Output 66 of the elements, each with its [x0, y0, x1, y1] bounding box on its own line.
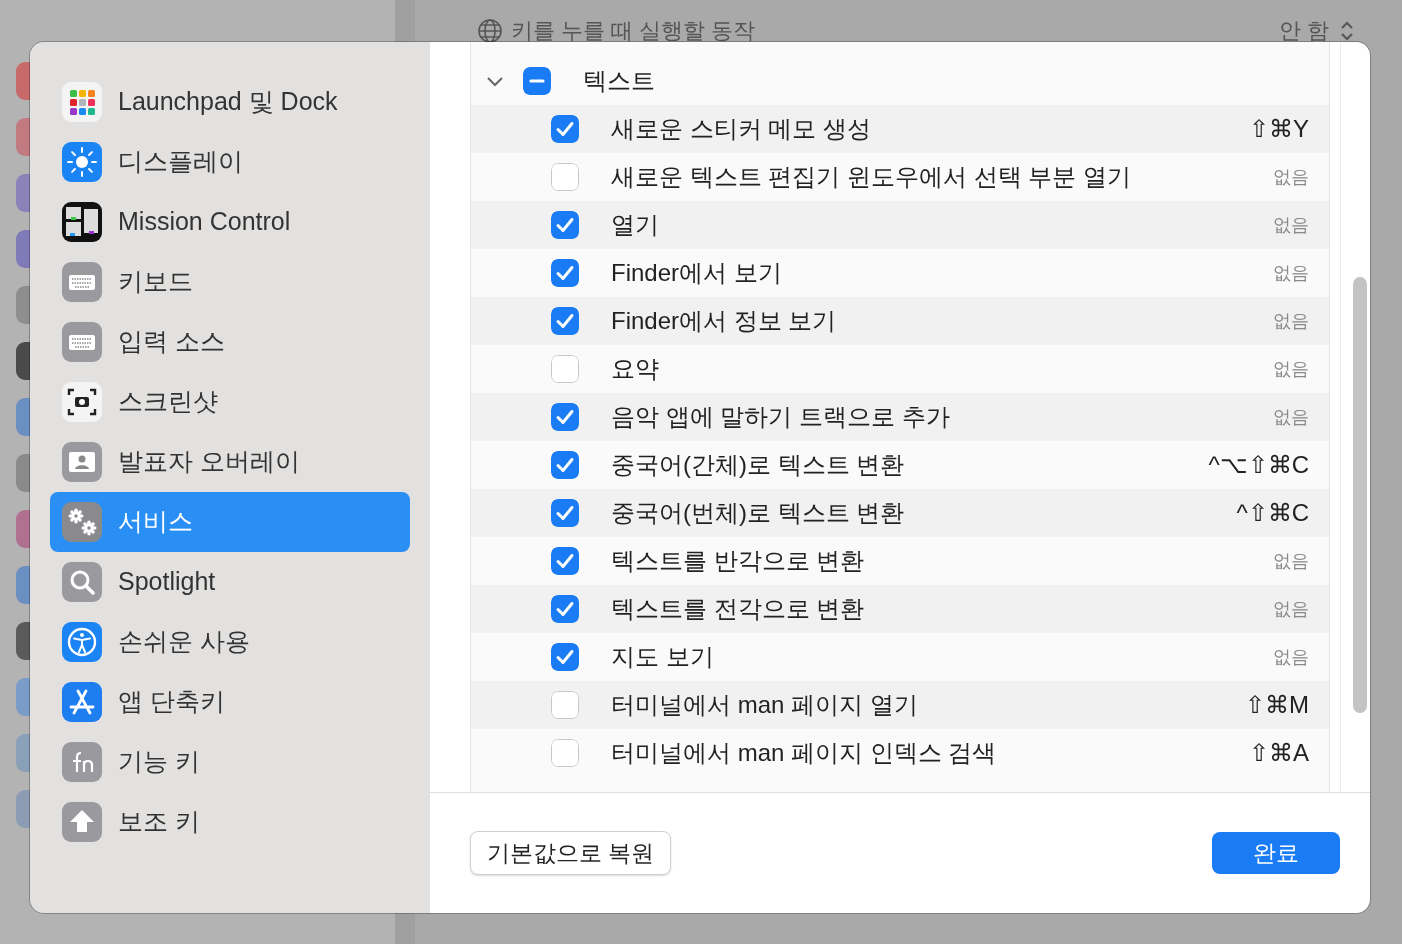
checkbox[interactable]	[551, 307, 579, 335]
checkbox[interactable]	[551, 739, 579, 767]
sidebar-item[interactable]: 손쉬운 사용	[50, 612, 410, 672]
checkbox[interactable]	[551, 595, 579, 623]
sidebar-item[interactable]: 기능 키	[50, 732, 410, 792]
app-store-icon	[62, 682, 102, 722]
accessibility-icon	[62, 622, 102, 662]
globe-icon	[477, 17, 503, 44]
fn-key-icon	[62, 742, 102, 782]
checkbox[interactable]	[551, 163, 579, 191]
service-label: Finder에서 정보 보기	[611, 306, 838, 336]
shortcut-text[interactable]: ⇧⌘A	[1249, 735, 1309, 771]
service-label: 지도 보기	[611, 642, 715, 672]
screenshot-icon	[62, 382, 102, 422]
checkbox[interactable]	[551, 499, 579, 527]
service-label: 음악 앱에 말하기 트랙으로 추가	[611, 402, 951, 432]
sidebar-item[interactable]: 디스플레이	[50, 132, 410, 192]
shortcut-text[interactable]: ^⌥⇧⌘C	[1208, 447, 1309, 483]
arrow-up-icon	[62, 802, 102, 842]
service-label: 중국어(간체)로 텍스트 변환	[611, 450, 906, 480]
sidebar-item[interactable]: 키보드	[50, 252, 410, 312]
service-label: Finder에서 보기	[611, 258, 783, 288]
service-label: 터미널에서 man 페이지 열기	[611, 690, 919, 720]
service-label: 요약	[611, 354, 660, 384]
checkbox[interactable]	[551, 115, 579, 143]
sidebar-item[interactable]: 발표자 오버레이	[50, 432, 410, 492]
restore-defaults-button[interactable]: 기본값으로 복원	[470, 830, 672, 876]
service-label: 텍스트를 전각으로 변환	[611, 594, 866, 624]
checkbox[interactable]	[551, 259, 579, 287]
checkbox[interactable]	[551, 211, 579, 239]
done-button[interactable]: 완료	[1212, 831, 1340, 875]
service-label: 터미널에서 man 페이지 인덱스 검색	[611, 738, 998, 768]
sidebar-item[interactable]: 보조 키	[50, 792, 410, 852]
shortcut-text[interactable]: ^⇧⌘C	[1236, 495, 1309, 531]
service-label: 새로운 텍스트 편집기 윈도우에서 선택 부분 열기	[611, 162, 1132, 192]
service-label: 새로운 스티커 메모 생성	[611, 114, 872, 144]
sun-icon	[62, 142, 102, 182]
keyboard-icon	[62, 262, 102, 302]
sidebar-item[interactable]: Launchpad 및 Dock	[50, 72, 410, 132]
checkbox[interactable]	[523, 67, 551, 95]
checkbox[interactable]	[551, 403, 579, 431]
sidebar-item[interactable]: 앱 단축키	[50, 672, 410, 732]
checkbox[interactable]	[551, 355, 579, 383]
sidebar-item[interactable]: Spotlight	[50, 552, 410, 612]
scrollbar-thumb[interactable]	[1352, 277, 1367, 713]
shortcut-text[interactable]: ⇧⌘M	[1245, 687, 1309, 723]
checkbox[interactable]	[551, 691, 579, 719]
sidebar-item[interactable]: 입력 소스	[50, 312, 410, 372]
service-label: 텍스트를 반각으로 변환	[611, 546, 866, 576]
setting-value: 안 함	[1278, 17, 1329, 45]
sidebar-item[interactable]: 스크린샷	[50, 372, 410, 432]
person-card-icon	[62, 442, 102, 482]
keyboard-icon	[62, 322, 102, 362]
service-label: 중국어(번체)로 텍스트 변환	[611, 498, 906, 528]
shortcut-text[interactable]: ⇧⌘Y	[1249, 111, 1309, 147]
windows-icon	[62, 202, 102, 242]
search-icon	[62, 562, 102, 602]
group-label: 텍스트	[583, 66, 656, 96]
sidebar-item[interactable]: Mission Control	[50, 192, 410, 252]
launchpad-icon	[62, 82, 102, 122]
checkbox[interactable]	[551, 547, 579, 575]
checkbox[interactable]	[551, 643, 579, 671]
setting-label: 키를 누를 때 실행할 동작	[511, 17, 757, 45]
checkbox[interactable]	[551, 451, 579, 479]
service-label: 열기	[611, 210, 660, 240]
gears-icon	[62, 502, 102, 542]
